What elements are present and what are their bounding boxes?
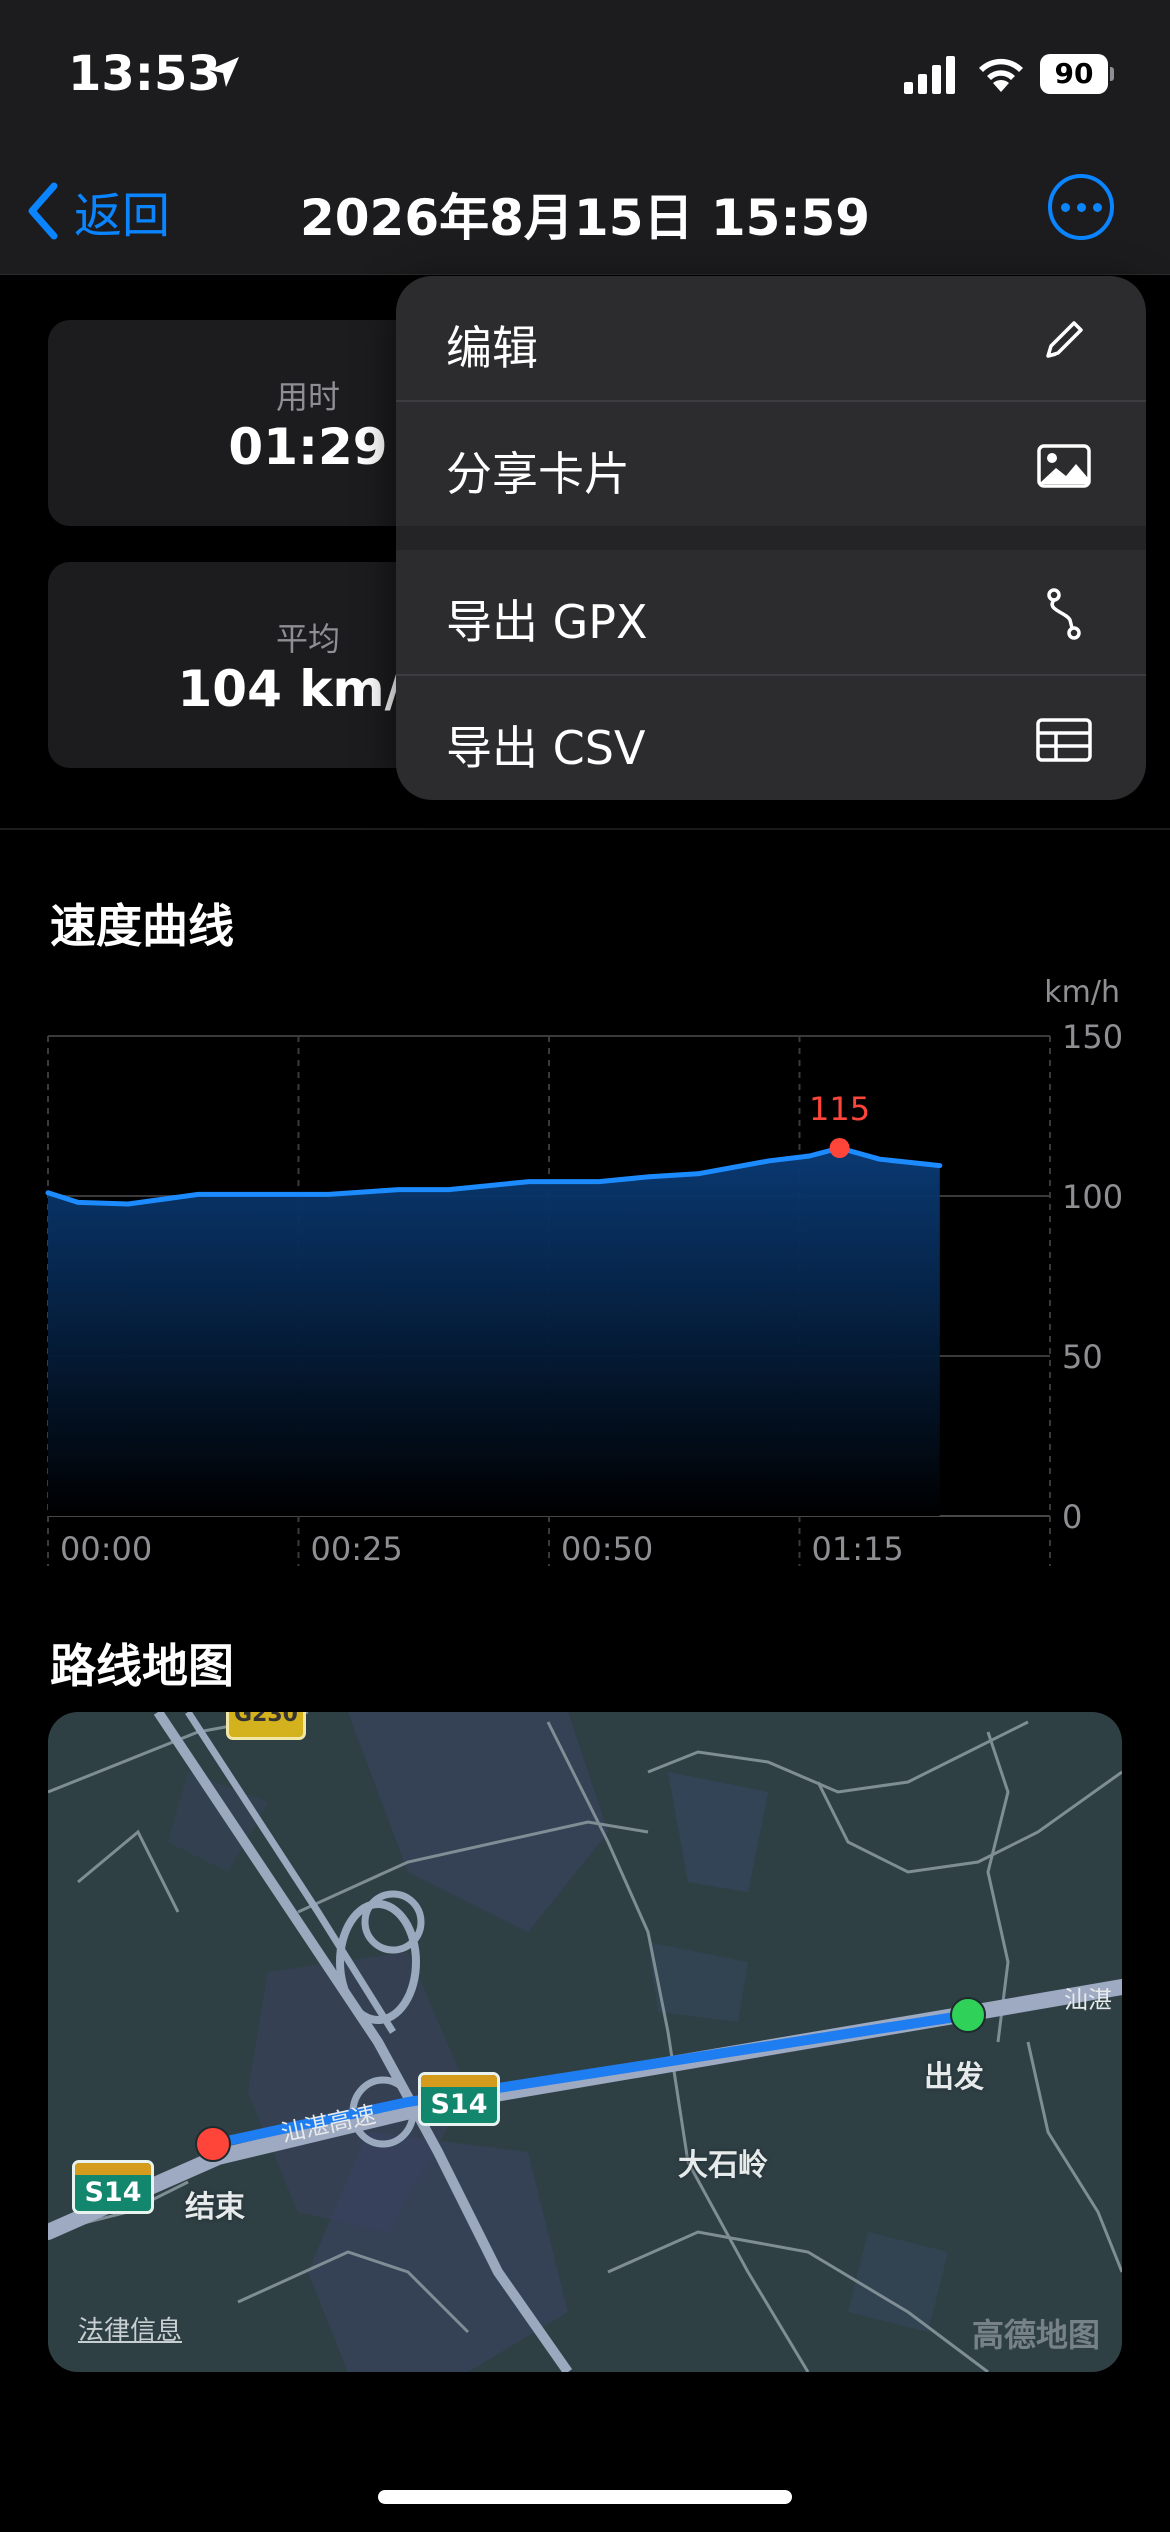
menu-item-edit[interactable]: 编辑: [396, 276, 1146, 400]
pencil-icon: [1046, 321, 1083, 358]
battery-level: 90: [1054, 57, 1094, 90]
max-speed-point: [829, 1138, 850, 1158]
route-icon: [1047, 588, 1081, 640]
page-title: 2026年8月15日 15:59: [299, 189, 871, 247]
nav-bar: 返回 2026年8月15日 15:59: [0, 150, 1170, 275]
y-tick-label: 0: [1062, 1498, 1082, 1536]
highway-shield-top: G230: [226, 1712, 306, 1740]
home-indicator[interactable]: [378, 2490, 792, 2504]
context-menu: 编辑 分享卡片 导出 GPX 导出 CSV: [396, 276, 1146, 800]
x-tick-label: 00:50: [561, 1530, 653, 1568]
road-label-edge: 汕湛: [1064, 1986, 1112, 2014]
map-section-title: 路线地图: [50, 1639, 234, 1693]
battery-indicator: 90: [1040, 54, 1114, 94]
x-tick-label: 00:25: [311, 1530, 403, 1568]
speed-section-title: 速度曲线: [50, 899, 234, 953]
place-label: 大石岭: [678, 2148, 768, 2183]
y-tick-label: 50: [1062, 1338, 1103, 1376]
status-time: 13:53: [68, 46, 221, 102]
highway-shield-s14-left: S14: [72, 2160, 154, 2214]
map-provider-logo: 高德地图: [972, 2316, 1101, 2354]
menu-item-share-card[interactable]: 分享卡片: [396, 402, 1146, 526]
speed-chart: 0 50 100 150 km/h 00:00 00:25 00:50 01:15 115: [45, 975, 1123, 1568]
end-label: 结束: [185, 2190, 245, 2225]
wifi-icon: [979, 58, 1023, 92]
more-options-button[interactable]: [1048, 174, 1114, 240]
table-icon: [1036, 718, 1092, 762]
photo-icon: [1037, 444, 1091, 488]
highway-shield-s14: S14: [418, 2072, 500, 2126]
status-bar: 13:53 90: [0, 0, 1170, 150]
cellular-signal-icon: [904, 56, 955, 94]
menu-item-export-gpx[interactable]: 导出 GPX: [396, 550, 1146, 674]
y-tick-label: 150: [1062, 1018, 1123, 1056]
speed-area: [48, 1148, 940, 1516]
max-speed-label: 115: [809, 1090, 870, 1128]
y-axis-unit: km/h: [1044, 975, 1120, 1010]
ellipsis-icon: [1060, 202, 1070, 212]
y-tick-label: 100: [1062, 1178, 1123, 1216]
section-divider: [0, 828, 1170, 830]
menu-item-export-csv[interactable]: 导出 CSV: [396, 676, 1146, 800]
map-canvas: [48, 1712, 1122, 2372]
legal-info-link[interactable]: 法律信息: [78, 2310, 182, 2347]
x-tick-label: 00:00: [60, 1530, 152, 1568]
location-arrow-icon: [209, 57, 239, 87]
x-tick-label: 01:15: [812, 1530, 904, 1568]
route-map[interactable]: G230 汕湛 汕湛高速 S14 S14 出发 结束 大石岭 法律信息 高德地图: [48, 1712, 1122, 2372]
start-label: 出发: [924, 2060, 984, 2095]
